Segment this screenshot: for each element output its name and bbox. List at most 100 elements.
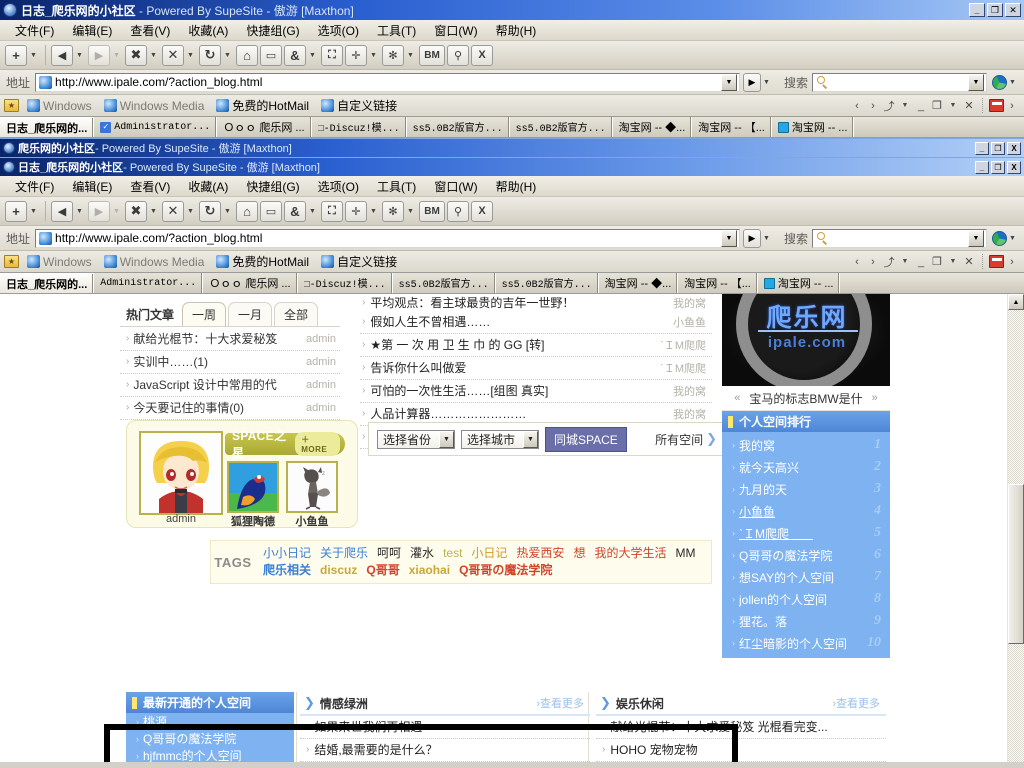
refresh-dropdown-icon[interactable]: ▼ bbox=[222, 45, 233, 66]
rank-list-item[interactable]: › 就今天高兴 2 bbox=[722, 456, 890, 478]
inner-ampersand-icon[interactable]: & bbox=[284, 200, 306, 222]
list-item[interactable]: › 假如人生不曾相遇…… 小鱼鱼 bbox=[360, 311, 712, 334]
new-space-list-item[interactable]: › 桃源 bbox=[126, 713, 294, 730]
tab-close-icon[interactable]: ✕ bbox=[961, 254, 977, 270]
inner-browser-tab-3[interactable]: □-Discuz!模... bbox=[297, 273, 393, 293]
tab-minimize-icon[interactable]: _ bbox=[913, 254, 929, 270]
inner-refresh-dropdown-icon[interactable]: ▼ bbox=[222, 201, 233, 222]
tab-next-icon[interactable]: › bbox=[865, 254, 881, 270]
tag-link[interactable]: 灌水 bbox=[410, 546, 434, 560]
list-item[interactable]: › JavaScript 设计中常用的代 admin bbox=[120, 374, 340, 397]
shopping-cart-icon[interactable] bbox=[989, 255, 1004, 268]
inner-refresh-icon[interactable]: ↻ bbox=[199, 200, 221, 222]
rank-list-item[interactable]: › 我的窝 1 bbox=[722, 434, 890, 456]
scrollbar-thumb[interactable] bbox=[1008, 484, 1024, 644]
inner-menu-item-file[interactable]: 文件(F) bbox=[6, 176, 63, 197]
inner-minimize-button[interactable]: _ bbox=[975, 160, 989, 174]
tab-restore-icon[interactable]: ❐ bbox=[929, 254, 945, 270]
inner-browser-tab-4[interactable]: ss5.0B2版官方... bbox=[392, 273, 496, 293]
new-tab-dropdown-icon[interactable]: ▼ bbox=[28, 45, 39, 66]
link-hotmail[interactable]: 免费的HotMail bbox=[216, 97, 309, 114]
zoom-dropdown-icon[interactable]: ▼ bbox=[368, 45, 379, 66]
browser-tab-0[interactable]: 日志_爬乐网的... bbox=[0, 117, 95, 137]
search-input[interactable]: ▼ bbox=[812, 72, 987, 92]
inner-stop-icon[interactable]: ✕ bbox=[162, 200, 184, 222]
ad-block-icon[interactable]: X bbox=[471, 44, 493, 66]
inner-close-all-dropdown-icon[interactable]: ▼ bbox=[148, 201, 159, 222]
inner-window-title-1[interactable]: 爬乐网的小社区 - Powered By SupeSite - 傲游 [Maxt… bbox=[0, 138, 1024, 157]
go-dropdown-icon[interactable]: ▼ bbox=[761, 72, 772, 93]
rank-list-item[interactable]: › 小鱼鱼 4 bbox=[722, 500, 890, 522]
inner-minimize-button[interactable]: _ bbox=[975, 141, 989, 155]
menu-item-favorites[interactable]: 收藏(A) bbox=[179, 20, 237, 41]
close-all-dropdown-icon[interactable]: ▼ bbox=[148, 45, 159, 66]
inner-go-dropdown-icon[interactable]: ▼ bbox=[761, 228, 772, 249]
tab-close-icon[interactable]: ✕ bbox=[961, 98, 977, 114]
browser-tab-5[interactable]: ss5.0B2版官方... bbox=[509, 117, 613, 137]
tab-restore-icon[interactable]: ❐ bbox=[929, 98, 945, 114]
menu-item-help[interactable]: 帮助(H) bbox=[487, 20, 546, 41]
all-space-link[interactable]: 所有空间 ❯ bbox=[655, 431, 717, 448]
avatar[interactable] bbox=[227, 461, 279, 513]
avatar[interactable] bbox=[139, 431, 223, 515]
inner-home-icon[interactable]: ⌂ bbox=[236, 200, 258, 222]
vertical-scrollbar[interactable]: ▲ bbox=[1007, 294, 1024, 762]
inner-stop-dropdown-icon[interactable]: ▼ bbox=[185, 201, 196, 222]
go-button[interactable]: ▶ bbox=[742, 72, 761, 92]
ampersand-dropdown-icon[interactable]: ▼ bbox=[307, 45, 318, 66]
list-item[interactable]: › 实训中……(1) admin bbox=[120, 351, 340, 374]
book-icon[interactable]: ▭ bbox=[260, 44, 282, 66]
back-icon[interactable]: ◀ bbox=[51, 44, 73, 66]
inner-search-engine-icon[interactable] bbox=[992, 230, 1007, 246]
list-item[interactable]: › 如果来世我们再相遇 bbox=[300, 716, 590, 739]
browser-tab-3[interactable]: □-Discuz!模... bbox=[311, 117, 407, 137]
list-item[interactable]: › 献给光棍节：十大求爱秘笈 光棍看完变... bbox=[596, 716, 886, 739]
maximize-button[interactable]: ❐ bbox=[987, 3, 1003, 17]
tab-all[interactable]: 全部 bbox=[274, 302, 319, 326]
tag-link[interactable]: 想 bbox=[573, 546, 585, 560]
ampersand-icon[interactable]: & bbox=[284, 44, 306, 66]
menu-item-file[interactable]: 文件(F) bbox=[6, 20, 63, 41]
tag-link[interactable]: discuz bbox=[320, 563, 357, 577]
new-tab-icon[interactable]: + bbox=[5, 44, 27, 66]
inner-maximize-button[interactable]: ❐ bbox=[991, 141, 1005, 155]
tag-link[interactable]: 小小日记 bbox=[263, 546, 311, 560]
site-banner-image[interactable]: 爬乐网 ipale.com bbox=[722, 294, 890, 386]
inner-zoom-dropdown-icon[interactable]: ▼ bbox=[368, 201, 379, 222]
tag-link[interactable]: Q哥哥 bbox=[366, 563, 399, 577]
browser-tab-2[interactable]: Ｏｏｏ 爬乐网 ... bbox=[217, 117, 312, 137]
tab-month[interactable]: 一月 bbox=[228, 302, 273, 326]
tab-next-icon[interactable]: › bbox=[865, 98, 881, 114]
search-dropdown-icon[interactable]: ▼ bbox=[968, 73, 984, 91]
tab-prev-icon[interactable]: ‹ bbox=[849, 98, 865, 114]
menu-item-options[interactable]: 选项(O) bbox=[309, 20, 368, 41]
browser-tab-7[interactable]: 淘宝网 -- 【... bbox=[692, 117, 772, 137]
inner-browser-tab-5[interactable]: ss5.0B2版官方... bbox=[495, 273, 599, 293]
link-windows[interactable]: Windows bbox=[27, 99, 92, 113]
stop-icon[interactable]: ✕ bbox=[162, 44, 184, 66]
tag-link[interactable]: 呵呵 bbox=[377, 546, 401, 560]
same-city-space-button[interactable]: 同城SPACE bbox=[545, 426, 627, 452]
inner-browser-tab-6[interactable]: 淘宝网 -- ◆... bbox=[598, 273, 679, 293]
tag-link[interactable]: 爬乐相关 bbox=[263, 563, 311, 577]
menu-item-window[interactable]: 窗口(W) bbox=[425, 20, 486, 41]
inner-menu-item-window[interactable]: 窗口(W) bbox=[425, 176, 486, 197]
inner-menu-item-favorites[interactable]: 收藏(A) bbox=[179, 176, 237, 197]
bug-dropdown-icon[interactable]: ▼ bbox=[405, 45, 416, 66]
inner-bm-button[interactable]: BM bbox=[419, 200, 445, 222]
rank-list-item[interactable]: › 红尘暗影的个人空间 10 bbox=[722, 632, 890, 654]
rank-list-item[interactable]: › 九月的天 3 bbox=[722, 478, 890, 500]
close-all-icon[interactable]: ✖ bbox=[125, 44, 147, 66]
city-select[interactable]: 选择城市 ▼ bbox=[461, 429, 539, 449]
inner-menu-item-help[interactable]: 帮助(H) bbox=[487, 176, 546, 197]
inner-browser-tab-2[interactable]: Ｏｏｏ 爬乐网 ... bbox=[203, 273, 298, 293]
prev-icon[interactable]: « bbox=[734, 392, 740, 404]
inner-menu-item-tools[interactable]: 工具(T) bbox=[368, 176, 425, 197]
browser-tab-1[interactable]: ✓ Administrator... bbox=[94, 117, 218, 137]
list-item[interactable]: › 可怕的一次性生活……[组图 真实] 我的窝 bbox=[360, 380, 712, 403]
menu-item-groups[interactable]: 快捷组(G) bbox=[237, 20, 308, 41]
inner-zoom-in-icon[interactable]: ✛ bbox=[345, 200, 367, 222]
tab-detach-icon[interactable]: ⤴ bbox=[881, 254, 897, 270]
inner-fullscreen-icon[interactable]: ⛶ bbox=[321, 200, 343, 222]
scroll-up-button[interactable]: ▲ bbox=[1008, 294, 1024, 310]
